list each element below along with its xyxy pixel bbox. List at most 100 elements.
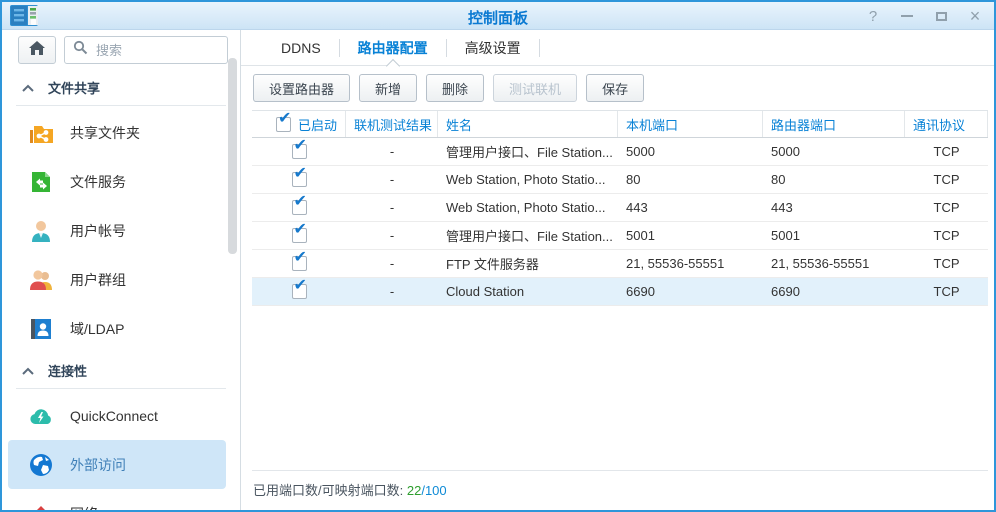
port-forwarding-table: ✔ 已启动 联机测试结果 姓名 本机端口 路由器端口 通讯协议 ✔ - 管理用户接口、File …: [252, 110, 988, 306]
title-bar: 控制面板 ? ×: [2, 2, 994, 30]
sidebar-item--[interactable]: 用户帐号: [8, 206, 226, 255]
sidebar-item-label: 文件服务: [70, 173, 126, 190]
local-port-cell: 5001: [626, 228, 655, 243]
toolbar-button-1[interactable]: 新增: [359, 74, 418, 102]
enabled-cell[interactable]: ✔: [252, 138, 346, 165]
toolbar-button-3: 测试联机: [493, 74, 578, 102]
sidebar-item--[interactable]: 文件服务: [8, 157, 226, 206]
column-header-3[interactable]: 本机端口: [618, 111, 763, 137]
sidebar-section-header[interactable]: 文件共享: [2, 70, 226, 103]
toolbar-button-4[interactable]: 保存: [586, 74, 645, 102]
sidebar-item--[interactable]: 共享文件夹: [8, 108, 226, 157]
column-header-label: 本机端口: [626, 117, 679, 133]
test-result-cell: -: [389, 284, 395, 299]
toolbar-button-0[interactable]: 设置路由器: [253, 74, 351, 102]
column-header-label: 已启动: [298, 117, 338, 133]
local-port-cell: 21, 55536-55551: [626, 256, 725, 271]
sidebar-section-label: 文件共享: [48, 81, 101, 96]
home-button[interactable]: [18, 36, 56, 64]
toolbar-button-2[interactable]: 删除: [426, 74, 485, 102]
protocol-cell: TCP: [933, 144, 960, 159]
help-icon[interactable]: ?: [864, 7, 882, 25]
checkbox[interactable]: ✔: [291, 138, 307, 159]
router-port-cell: 5001: [771, 228, 800, 243]
sidebar-item-label: 用户群组: [70, 271, 126, 288]
control-panel-window: 控制面板 ? × 文件共享共享文件夹文件服: [0, 0, 996, 512]
maximize-icon[interactable]: [932, 7, 950, 25]
name-cell: Cloud Station: [446, 284, 525, 299]
window-title: 控制面板: [467, 10, 528, 27]
sidebar-section-header[interactable]: 连接性: [2, 353, 226, 386]
column-header-2[interactable]: 姓名: [438, 111, 618, 137]
search-input[interactable]: [94, 41, 219, 59]
tab-separator: [538, 38, 540, 57]
close-icon[interactable]: ×: [966, 6, 984, 26]
table-row[interactable]: ✔ - 管理用户接口、File Station... 5001 5001 TCP: [252, 222, 988, 250]
check-icon: ✔: [293, 166, 307, 182]
sidebar-item-label: QuickConnect: [70, 407, 158, 424]
router-port-cell: 6690: [771, 284, 800, 299]
test-result-cell: -: [389, 256, 395, 271]
table-row[interactable]: ✔ - Web Station, Photo Statio... 443 443 TCP: [252, 194, 988, 222]
sidebar-item-label: 共享文件夹: [70, 124, 140, 141]
column-header-4[interactable]: 路由器端口: [763, 111, 905, 137]
table-row[interactable]: ✔ - FTP 文件服务器 21, 55536-55551 21, 55536-5555…: [252, 250, 988, 278]
user-icon: [28, 218, 54, 244]
sidebar-item--[interactable]: 用户群组: [8, 255, 226, 304]
check-icon: ✔: [278, 111, 292, 127]
checkbox[interactable]: ✔: [291, 278, 307, 299]
test-result-cell: -: [389, 200, 395, 215]
minimize-icon[interactable]: [898, 7, 916, 25]
table-row[interactable]: ✔ - Cloud Station 6690 6690 TCP: [252, 278, 988, 306]
router-port-cell: 5000: [771, 144, 800, 159]
checkbox[interactable]: ✔: [276, 111, 291, 132]
sidebar: 文件共享共享文件夹文件服务用户帐号用户群组域/LDAP 连接性 QuickConne…: [2, 30, 240, 510]
enabled-cell[interactable]: ✔: [252, 222, 346, 249]
chevron-up-icon: [22, 362, 34, 380]
router-port-cell: 443: [771, 200, 793, 215]
enabled-cell[interactable]: ✔: [252, 194, 346, 221]
sidebar-section-label: 连接性: [48, 364, 88, 379]
search-icon: [73, 40, 88, 60]
enabled-cell[interactable]: ✔: [252, 250, 346, 277]
router-port-cell: 21, 55536-55551: [771, 256, 870, 271]
column-header-1[interactable]: 联机测试结果: [346, 111, 438, 137]
checkbox[interactable]: ✔: [291, 194, 307, 215]
column-header-label: 联机测试结果: [354, 117, 433, 133]
checkbox[interactable]: ✔: [291, 250, 307, 271]
enabled-cell[interactable]: ✔: [252, 166, 346, 193]
checkbox[interactable]: ✔: [291, 166, 307, 187]
sidebar-item--[interactable]: 网络: [8, 489, 226, 510]
test-result-cell: -: [389, 172, 395, 187]
column-header-5[interactable]: 通讯协议: [905, 111, 988, 137]
column-header-0[interactable]: ✔ 已启动: [252, 111, 346, 137]
tab-bar: DDNS 路由器配置 高级设置: [241, 30, 994, 66]
enabled-cell[interactable]: ✔: [252, 278, 346, 305]
name-cell: Web Station, Photo Statio...: [446, 172, 606, 187]
local-port-cell: 5000: [626, 144, 655, 159]
tab-路由器配置[interactable]: 路由器配置: [340, 38, 446, 58]
tab-ddns[interactable]: DDNS: [263, 38, 339, 58]
table-row[interactable]: ✔ - Web Station, Photo Statio... 80 80 TCP: [252, 166, 988, 194]
main-content: DDNS 路由器配置 高级设置 设置路由器 新增 删除 测试联机 保存 ✔ 已启动 联机测试结果…: [241, 30, 994, 510]
sidebar-item-quickconnect[interactable]: QuickConnect: [8, 391, 226, 440]
sidebar-item--[interactable]: 外部访问: [8, 440, 226, 489]
column-header-label: 通讯协议: [913, 117, 966, 133]
protocol-cell: TCP: [933, 256, 960, 271]
sidebar-item--ldap[interactable]: 域/LDAP: [8, 304, 226, 353]
table-row[interactable]: ✔ - 管理用户接口、File Station... 5000 5000 TCP: [252, 138, 988, 166]
checkbox[interactable]: ✔: [291, 222, 307, 243]
test-result-cell: -: [389, 228, 395, 243]
domain-ldap-icon: [28, 316, 54, 342]
used-port-count: 22: [406, 483, 422, 498]
window-controls: ? ×: [864, 2, 984, 30]
sidebar-item-label: 用户帐号: [70, 222, 126, 239]
search-box[interactable]: [64, 36, 228, 64]
sidebar-item-label: 外部访问: [70, 456, 126, 473]
group-icon: [28, 267, 54, 293]
sidebar-scrollbar[interactable]: [228, 58, 237, 254]
file-service-icon: [28, 169, 54, 195]
name-cell: 管理用户接口、File Station...: [446, 145, 613, 160]
test-result-cell: -: [389, 144, 395, 159]
tab-高级设置[interactable]: 高级设置: [447, 38, 539, 58]
